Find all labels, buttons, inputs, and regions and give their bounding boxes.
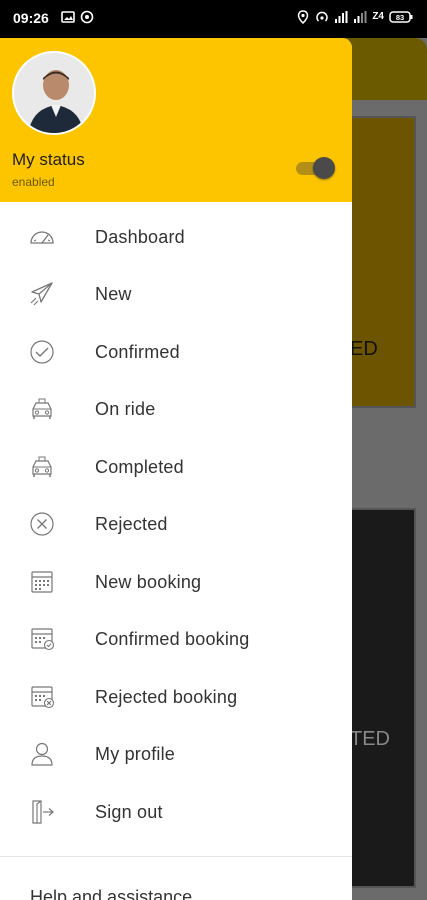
menu-label: On ride [95, 399, 156, 419]
calendar-icon [31, 571, 53, 593]
background-card [342, 508, 416, 888]
notification-icons [61, 10, 94, 24]
menu-item-completed[interactable]: Completed [0, 442, 352, 492]
status-value: enabled [12, 175, 55, 189]
menu-item-new[interactable]: New [0, 269, 352, 319]
menu-item-on-ride[interactable]: On ride [0, 384, 352, 434]
user-icon [31, 742, 53, 766]
menu-label: Dashboard [95, 227, 185, 247]
hotspot-icon [316, 11, 329, 22]
status-time: 09:26 [13, 10, 49, 26]
x-circle-icon [30, 512, 54, 536]
background-card [342, 116, 416, 408]
battery-level: 83 [396, 13, 404, 22]
network-speed: Z4 [372, 11, 384, 22]
toggle-thumb [313, 157, 335, 179]
calendar-x-icon [31, 686, 55, 709]
sign-out-icon [32, 800, 54, 824]
profile-photo [14, 53, 94, 133]
status-bar: 09:26 Z4 83 [0, 0, 427, 38]
background-card-text: ED [350, 338, 378, 360]
menu-item-confirmed[interactable]: Confirmed [0, 327, 352, 377]
menu-item-confirmed-booking[interactable]: Confirmed booking [0, 614, 352, 664]
menu-label: Sign out [95, 802, 163, 822]
system-icons: Z4 83 [296, 10, 413, 24]
divider [0, 856, 352, 857]
dashboard-gauge-icon [30, 231, 54, 244]
menu-item-dashboard[interactable]: Dashboard [0, 212, 352, 262]
car-icon [32, 398, 52, 419]
navigation-drawer: My status enabled Dashboard New Confirme… [0, 38, 352, 900]
menu-item-sign-out[interactable]: Sign out [0, 787, 352, 837]
calendar-check-icon [31, 628, 55, 651]
menu-label: New booking [95, 572, 202, 592]
menu-item-rejected[interactable]: Rejected [0, 499, 352, 549]
avatar[interactable] [12, 51, 96, 135]
status-title: My status [12, 150, 85, 169]
paper-plane-icon [30, 282, 53, 306]
menu-item-my-profile[interactable]: My profile [0, 729, 352, 779]
drawer-header: My status enabled [0, 38, 352, 202]
menu-label: My profile [95, 744, 176, 764]
gallery-icon [61, 11, 75, 23]
menu-label: Confirmed [95, 342, 180, 362]
whatsapp-icon [80, 10, 94, 24]
menu-label: Completed [95, 457, 184, 477]
menu-label: Rejected [95, 514, 168, 534]
menu-label: New [95, 284, 132, 304]
background-card-text: TED [350, 728, 390, 750]
battery-icon: 83 [389, 11, 413, 23]
signal-icon-2 [354, 11, 367, 23]
menu-item-rejected-booking[interactable]: Rejected booking [0, 672, 352, 722]
location-icon [298, 10, 309, 24]
menu-item-new-booking[interactable]: New booking [0, 557, 352, 607]
signal-icon [335, 11, 348, 23]
menu-label: Confirmed booking [95, 629, 250, 649]
car-icon [32, 456, 52, 477]
help-link[interactable]: Help and assistance [30, 887, 192, 900]
menu-label: Rejected booking [95, 687, 238, 707]
check-circle-icon [30, 340, 54, 364]
status-toggle[interactable] [296, 157, 336, 179]
